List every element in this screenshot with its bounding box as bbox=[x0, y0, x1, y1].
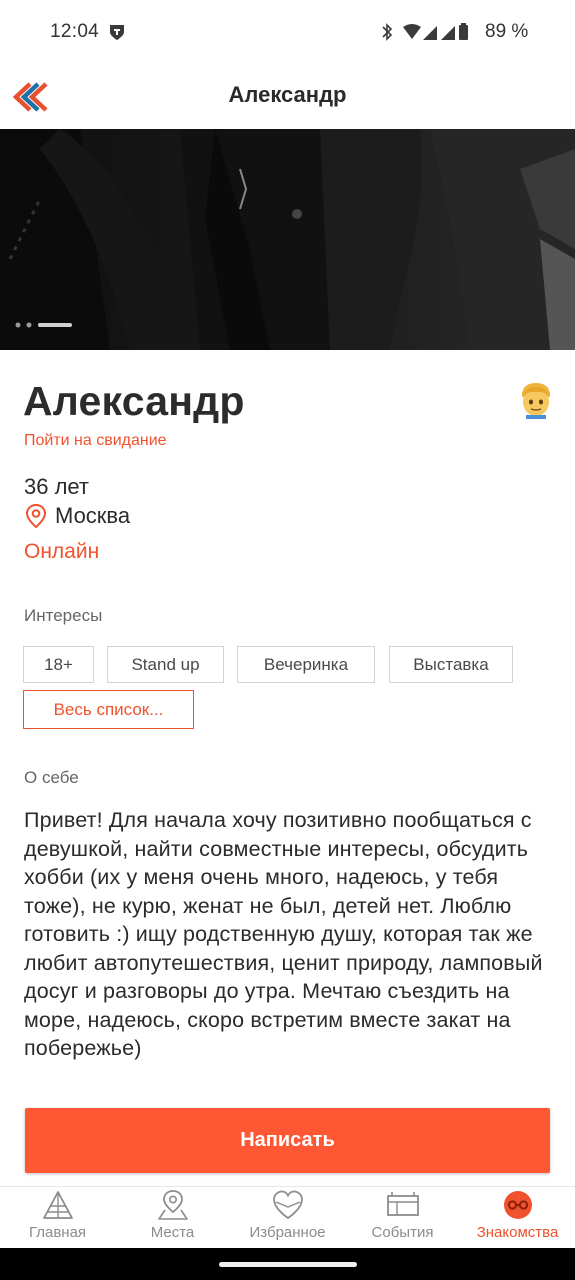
signal-icon bbox=[423, 26, 455, 40]
home-icon bbox=[43, 1191, 73, 1219]
interest-chip[interactable]: Выставка bbox=[389, 646, 513, 683]
nav-label: Главная bbox=[28, 1224, 87, 1241]
nav-item-events[interactable]: События bbox=[345, 1187, 460, 1247]
dating-icon bbox=[504, 1191, 532, 1219]
man-emoji-icon bbox=[522, 383, 550, 419]
about-text: Привет! Для начала хочу позитивно пообща… bbox=[24, 808, 543, 1060]
status-icons bbox=[382, 23, 468, 41]
nav-label: Знакомства bbox=[476, 1224, 559, 1241]
battery-percentage: 89 % bbox=[485, 21, 529, 42]
battery-icon bbox=[459, 23, 468, 40]
map-pin-icon bbox=[158, 1190, 188, 1220]
nav-item-home[interactable]: Главная bbox=[0, 1187, 115, 1247]
interest-chip[interactable]: Вечеринка bbox=[237, 646, 375, 683]
profile-photo[interactable] bbox=[0, 129, 575, 350]
nav-label: События bbox=[371, 1224, 434, 1241]
write-message-button[interactable]: Написать bbox=[25, 1108, 550, 1173]
profile-city: Москва bbox=[55, 503, 131, 528]
shield-icon bbox=[110, 25, 124, 40]
calendar-icon bbox=[387, 1192, 419, 1216]
home-gesture-handle[interactable] bbox=[219, 1262, 357, 1267]
profile-age: 36 лет bbox=[24, 474, 90, 499]
wifi-icon bbox=[403, 24, 421, 39]
nav-item-places[interactable]: Места bbox=[115, 1187, 230, 1247]
nav-item-dating[interactable]: Знакомства bbox=[460, 1187, 575, 1247]
location-pin-icon bbox=[25, 503, 47, 529]
interest-chip[interactable]: Stand up bbox=[107, 646, 224, 683]
all-interests-button[interactable]: Весь список... bbox=[23, 690, 194, 729]
nav-label: Избранное bbox=[249, 1224, 326, 1241]
date-invite-link[interactable]: Пойти на свидание bbox=[24, 432, 167, 450]
interest-chip[interactable]: 18+ bbox=[23, 646, 94, 683]
about-heading: О себе bbox=[24, 768, 79, 787]
photo-pager[interactable] bbox=[14, 321, 74, 329]
bluetooth-icon bbox=[382, 23, 393, 41]
page-title: Александр bbox=[228, 82, 347, 107]
nav-item-favorites[interactable]: Избранное bbox=[230, 1187, 345, 1247]
interests-heading: Интересы bbox=[24, 606, 103, 625]
pager-dot bbox=[15, 322, 21, 328]
pager-dot-active bbox=[38, 323, 72, 327]
pager-dot bbox=[26, 322, 32, 328]
status-time: 12:04 bbox=[50, 21, 100, 42]
nav-label: Места bbox=[150, 1224, 195, 1241]
photo-image bbox=[0, 129, 575, 350]
online-status: Онлайн bbox=[24, 540, 100, 563]
profile-name: Александр bbox=[23, 378, 245, 424]
heart-icon bbox=[273, 1190, 303, 1220]
